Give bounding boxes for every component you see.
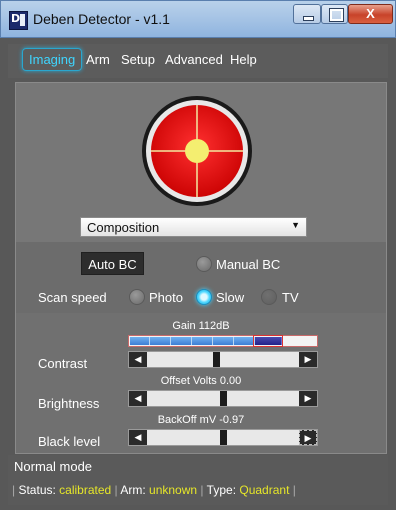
gain-segment — [234, 337, 255, 345]
arm-label: Arm: — [120, 483, 146, 497]
brightness-increase-button[interactable]: ▶ — [299, 391, 317, 406]
contrast-slider[interactable]: ◀ ▶ — [128, 351, 318, 368]
gain-segment — [192, 337, 213, 345]
minimize-icon — [303, 16, 314, 21]
black-level-decrease-button[interactable]: ◀ — [129, 430, 147, 445]
maximize-icon — [329, 8, 344, 22]
arm-value: unknown — [149, 483, 198, 497]
menu-bar: Imaging Arm Setup Advanced Help — [8, 44, 388, 78]
levels-section: Gain 112dB Contrast ◀ ▶ Offset Volts 0.0… — [16, 313, 386, 453]
scan-tv-radio[interactable] — [261, 289, 277, 305]
contrast-increase-button[interactable]: ▶ — [299, 352, 317, 367]
gain-segment — [213, 337, 234, 345]
scan-tv-label: TV — [282, 290, 299, 305]
gain-caption: Gain 112dB — [172, 320, 230, 332]
status-label: Status: — [18, 483, 56, 497]
contrast-label: Contrast — [38, 356, 88, 371]
black-level-label: Black level — [38, 434, 101, 449]
brightness-thumb[interactable] — [220, 391, 227, 406]
scan-photo-label: Photo — [149, 290, 183, 305]
scan-speed-label: Scan speed — [38, 290, 107, 305]
gain-segment — [130, 337, 150, 345]
menu-advanced[interactable]: Advanced — [165, 52, 223, 67]
app-logo-icon: D — [9, 11, 28, 30]
menu-imaging[interactable]: Imaging — [22, 48, 83, 71]
chevron-down-icon: ▼ — [291, 220, 300, 230]
brightness-slider[interactable]: ◀ ▶ — [128, 390, 318, 407]
brightness-label: Brightness — [38, 396, 100, 411]
menu-setup[interactable]: Setup — [121, 52, 155, 67]
type-label: Type: — [206, 483, 237, 497]
close-icon: X — [366, 6, 375, 21]
manual-bc-radio[interactable] — [196, 256, 212, 272]
app-window: D Deben Detector - v1.1 X Imaging Arm Se… — [0, 0, 396, 510]
offset-caption: Offset Volts 0.00 — [160, 375, 242, 387]
contrast-decrease-button[interactable]: ◀ — [129, 352, 147, 367]
auto-bc-button[interactable]: Auto BC — [81, 252, 144, 275]
backoff-caption: BackOff mV -0.97 — [157, 414, 245, 426]
window-title: Deben Detector - v1.1 — [33, 11, 170, 27]
mode-select[interactable]: Composition ▼ — [80, 217, 307, 237]
status-bar: Normal mode | Status: calibrated | Arm: … — [8, 455, 388, 505]
black-level-increase-button[interactable]: ▶ — [299, 430, 317, 445]
maximize-button[interactable] — [321, 4, 348, 24]
gain-bar[interactable] — [128, 335, 318, 347]
title-bar[interactable]: D Deben Detector - v1.1 X — [0, 0, 396, 38]
black-level-thumb[interactable] — [220, 430, 227, 445]
close-button[interactable]: X — [348, 4, 393, 24]
type-value: Quadrant — [239, 483, 290, 497]
menu-arm[interactable]: Arm — [86, 52, 110, 67]
black-level-slider[interactable]: ◀ ▶ — [128, 429, 318, 446]
contrast-thumb[interactable] — [213, 352, 220, 367]
scan-photo-radio[interactable] — [129, 289, 145, 305]
mode-status: Normal mode — [14, 459, 93, 474]
manual-bc-label: Manual BC — [216, 257, 281, 272]
detector-section: Composition ▼ — [16, 83, 386, 242]
status-details: | Status: calibrated | Arm: unknown | Ty… — [12, 483, 296, 497]
crosshair-target-icon[interactable] — [141, 95, 253, 207]
menu-help[interactable]: Help — [230, 52, 257, 67]
mode-select-value: Composition — [87, 220, 160, 235]
minimize-button[interactable] — [293, 4, 321, 24]
gain-window — [253, 335, 283, 347]
gain-segment — [150, 337, 171, 345]
scan-section: Auto BC Manual BC Scan speed Photo Slow … — [16, 242, 386, 313]
imaging-panel: Composition ▼ Auto BC Manual BC Scan spe… — [15, 82, 387, 454]
status-value: calibrated — [59, 483, 112, 497]
brightness-decrease-button[interactable]: ◀ — [129, 391, 147, 406]
gain-segment — [171, 337, 192, 345]
scan-slow-label: Slow — [216, 290, 245, 305]
scan-slow-radio[interactable] — [196, 289, 212, 305]
